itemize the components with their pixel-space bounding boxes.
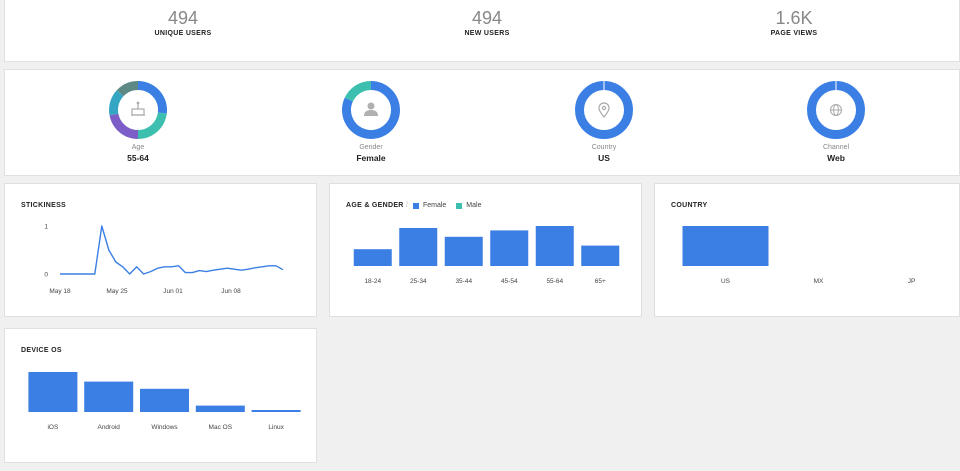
age-gender-card: AGE & GENDER / Female Male 18-24 25-34 35-… (329, 183, 642, 317)
x-tick-label: May 18 (49, 288, 71, 295)
y-tick-label: 0 (44, 272, 48, 279)
category-label: 45-54 (501, 278, 518, 285)
unique-users-label: UNIQUE USERS (154, 30, 212, 37)
category-label: iOS (47, 424, 59, 431)
x-tick-label: Jun 01 (163, 288, 183, 295)
breakdown-card: Age 55-64 Gender Female Country US Chann… (4, 69, 960, 176)
unique-users-value: 494 (167, 8, 199, 28)
new-users-value: 494 (471, 8, 503, 28)
age-value: 55-64 (127, 153, 149, 163)
new-users-label: NEW USERS (464, 30, 510, 37)
bar-us[interactable] (682, 226, 769, 266)
bar-25-34[interactable] (399, 228, 438, 266)
summary-card: 494 UNIQUE USERS 494 NEW USERS 1.6K PAGE… (4, 0, 960, 62)
bar-ios[interactable] (28, 372, 78, 412)
age-donut (109, 81, 167, 139)
bar-35-44[interactable] (444, 236, 483, 266)
category-label: 25-34 (410, 278, 427, 285)
category-label: Windows (151, 424, 178, 431)
gender-donut (342, 81, 400, 139)
stickiness-card: STICKINESS 1 0 May 18 May 25 Jun 01 Jun 08 (4, 183, 317, 317)
gender-value: Female (356, 153, 386, 163)
page-views-value: 1.6K (775, 8, 813, 28)
country-value: US (598, 153, 610, 163)
category-label: 18-24 (364, 278, 381, 285)
new-users-stat: 494 NEW USERS (387, 8, 587, 37)
category-label: 55-64 (546, 278, 563, 285)
category-label: Android (97, 424, 120, 431)
country-label: Country (591, 144, 617, 151)
bar-45-54[interactable] (490, 230, 529, 266)
age-label: Age (131, 144, 145, 151)
x-tick-label: May 25 (106, 288, 128, 295)
bar-18-24[interactable] (353, 249, 392, 266)
country-card: COUNTRY US MX JP (654, 183, 960, 317)
bar-55-64[interactable] (535, 226, 574, 266)
channel-donut (807, 81, 865, 139)
bar-linux[interactable] (251, 410, 301, 412)
age-gender-chart: 18-24 25-34 35-44 45-54 55-64 65+ (353, 226, 620, 285)
page-views-stat: 1.6K PAGE VIEWS (694, 8, 894, 37)
x-tick-label: Jun 08 (221, 288, 241, 295)
donut-segment (109, 90, 124, 116)
donut-segment (116, 81, 139, 97)
device-os-chart: iOS Android Windows Mac OS Linux (28, 372, 301, 431)
category-label: MX (814, 278, 824, 285)
bar-65-[interactable] (581, 245, 620, 266)
category-label: 65+ (595, 278, 606, 285)
bar-android[interactable] (84, 381, 134, 412)
gender-breakdown[interactable]: Gender Female (311, 80, 431, 163)
channel-breakdown[interactable]: Channel Web (776, 80, 896, 163)
page-views-label: PAGE VIEWS (770, 30, 818, 37)
y-tick-label: 1 (44, 224, 48, 231)
country-breakdown[interactable]: Country US (544, 80, 664, 163)
stickiness-line (60, 225, 284, 275)
country-chart: US MX JP (682, 226, 916, 285)
country-donut (575, 81, 633, 139)
channel-value: Web (827, 153, 845, 163)
age-breakdown[interactable]: Age 55-64 (78, 80, 198, 163)
bar-mac-os[interactable] (195, 405, 245, 412)
category-label: US (721, 278, 731, 285)
category-label: Linux (268, 424, 284, 431)
gender-label: Gender (359, 144, 383, 151)
unique-users-stat: 494 UNIQUE USERS (83, 8, 283, 37)
category-label: Mac OS (209, 424, 233, 431)
category-label: 35-44 (455, 278, 472, 285)
stickiness-chart: 1 0 May 18 May 25 Jun 01 Jun 08 (44, 224, 284, 295)
channel-label: Channel (822, 144, 850, 151)
bar-windows[interactable] (140, 388, 189, 412)
device-os-card: DEVICE OS iOS Android Windows Mac OS Linux (4, 328, 317, 463)
category-label: JP (908, 278, 916, 285)
